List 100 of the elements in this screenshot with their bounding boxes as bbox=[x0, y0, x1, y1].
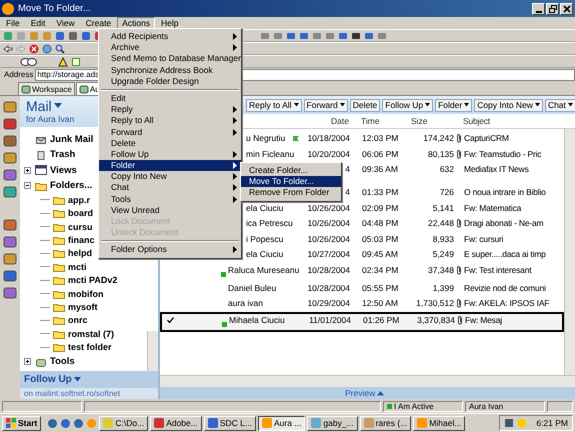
menu-item[interactable]: Tools bbox=[99, 194, 241, 205]
back-arrow-icon[interactable] bbox=[3, 44, 13, 54]
menu-item[interactable]: Move To Folder... bbox=[241, 176, 341, 188]
restore-button[interactable] bbox=[546, 2, 559, 14]
action-button[interactable]: Folder bbox=[435, 98, 472, 112]
network-icon[interactable] bbox=[504, 418, 514, 428]
menu-item[interactable]: Folder Options bbox=[99, 244, 241, 256]
taskbar-button[interactable]: Mihael... bbox=[413, 416, 466, 430]
expand-icon[interactable] bbox=[24, 358, 31, 366]
bookmark-icon[interactable] bbox=[3, 235, 17, 249]
menu-item[interactable]: Create bbox=[80, 17, 116, 29]
bookmark-icon[interactable] bbox=[3, 117, 17, 131]
taskbar-button[interactable]: SDC L... bbox=[204, 416, 256, 430]
menu-item[interactable]: Add Recipients bbox=[99, 31, 241, 42]
scrollbar[interactable] bbox=[564, 129, 575, 375]
scrollbar[interactable] bbox=[147, 331, 158, 371]
bookmark-icon[interactable] bbox=[3, 252, 17, 266]
taskbar-button[interactable]: Aura ... bbox=[258, 416, 306, 430]
action-button[interactable]: Reply to All bbox=[246, 98, 302, 112]
action-button[interactable]: Follow Up bbox=[382, 98, 434, 112]
bookmark-icon[interactable] bbox=[3, 151, 17, 165]
bookmark-icon[interactable] bbox=[3, 168, 17, 182]
mail-title[interactable]: Mail bbox=[26, 98, 62, 114]
menu-item[interactable]: Chat bbox=[99, 182, 241, 194]
taskbar-button[interactable]: C:\Do... bbox=[99, 416, 148, 430]
follow-up-menu[interactable]: Follow Up bbox=[20, 371, 85, 388]
bookmark-icon[interactable] bbox=[3, 134, 17, 148]
subfolder-name[interactable]: test folder bbox=[68, 342, 112, 352]
action-button[interactable]: Forward bbox=[304, 98, 348, 112]
subfolder-name[interactable]: romstal (7) bbox=[68, 328, 114, 339]
nav-item[interactable]: Folders... bbox=[50, 180, 92, 192]
menu-item[interactable]: Delete bbox=[99, 138, 241, 149]
presence-field[interactable]: I Am Active bbox=[383, 400, 463, 412]
subfolder-name[interactable]: mysoft bbox=[68, 302, 98, 312]
time-cell-text: 09:45 AM bbox=[362, 248, 399, 260]
scrollbar[interactable] bbox=[160, 375, 575, 387]
subfolder-name[interactable]: cursu bbox=[68, 222, 93, 232]
nav-item[interactable]: Trash bbox=[50, 149, 76, 160]
collapse-icon[interactable] bbox=[24, 182, 31, 190]
action-button[interactable]: Chat bbox=[544, 98, 575, 112]
menu-item[interactable]: Remove From Folder bbox=[241, 187, 341, 199]
note-icon[interactable] bbox=[71, 56, 81, 66]
bookmark-icon[interactable] bbox=[3, 286, 17, 300]
subfolder-name[interactable]: mcti bbox=[68, 262, 87, 272]
window-tab[interactable]: Workspace bbox=[18, 82, 75, 95]
action-button[interactable]: Copy Into New bbox=[474, 98, 543, 112]
menu-item[interactable]: Reply to All bbox=[99, 115, 241, 126]
subfolder-name[interactable]: mcti PADv2 bbox=[68, 275, 118, 286]
taskbar-button[interactable]: Adobe... bbox=[150, 416, 202, 430]
taskbar-button[interactable]: gaby_... bbox=[307, 416, 358, 430]
menu-item[interactable]: Edit bbox=[99, 92, 241, 104]
column-header[interactable]: Size bbox=[407, 116, 453, 126]
subfolder-name[interactable]: financ bbox=[68, 235, 95, 246]
subfolder-name[interactable]: onrc bbox=[68, 315, 88, 326]
quick-launch-icon[interactable] bbox=[47, 418, 58, 428]
quick-launch-icon[interactable] bbox=[60, 418, 72, 428]
start-button[interactable]: Start bbox=[2, 416, 42, 430]
minimize-button[interactable] bbox=[532, 2, 545, 14]
nav-item[interactable]: Junk Mail bbox=[50, 134, 94, 146]
bookmark-icon[interactable] bbox=[3, 269, 17, 283]
menu-item[interactable]: Forward bbox=[99, 126, 241, 138]
menu-item[interactable]: View bbox=[51, 17, 80, 29]
menu-item[interactable]: Copy Into New bbox=[99, 171, 241, 182]
nav-item[interactable]: Views bbox=[50, 164, 77, 176]
column-header[interactable]: Subject bbox=[463, 116, 575, 126]
chat-bubbles-icon[interactable] bbox=[20, 56, 38, 66]
expand-icon[interactable] bbox=[24, 166, 31, 174]
bookmark-icon[interactable] bbox=[3, 100, 17, 114]
menu-item[interactable]: Reply bbox=[99, 104, 241, 116]
menu-item[interactable]: Edit bbox=[26, 17, 50, 29]
subfolder-name[interactable]: app.r bbox=[68, 194, 90, 205]
app-icon bbox=[103, 418, 114, 428]
menu-item[interactable]: Send Memo to Database Manager bbox=[99, 53, 241, 65]
menu-item[interactable]: View Unread bbox=[99, 204, 241, 216]
menu-item[interactable]: Follow Up bbox=[99, 148, 241, 160]
quick-launch-icon[interactable] bbox=[73, 418, 84, 428]
menu-item[interactable]: Folder bbox=[99, 160, 241, 172]
action-button[interactable]: Delete bbox=[350, 98, 380, 112]
close-button[interactable] bbox=[560, 2, 573, 14]
taskbar-button[interactable]: rares (... bbox=[360, 416, 412, 430]
bookmark-icon[interactable] bbox=[3, 218, 17, 232]
alert-icon[interactable] bbox=[58, 56, 68, 66]
column-header[interactable]: Date bbox=[299, 116, 361, 126]
user-field[interactable]: Aura Ivan bbox=[465, 400, 545, 412]
app-icon bbox=[208, 418, 218, 428]
menu-item[interactable]: Archive bbox=[99, 42, 241, 54]
column-header[interactable]: Time bbox=[361, 116, 407, 126]
subfolder-name[interactable]: mobifon bbox=[68, 288, 104, 299]
search-icon[interactable] bbox=[55, 44, 65, 54]
subfolder-name[interactable]: board bbox=[68, 208, 94, 218]
stop-icon[interactable] bbox=[29, 44, 39, 54]
bookmark-icon[interactable] bbox=[3, 185, 17, 199]
menu-item[interactable]: File bbox=[1, 17, 25, 29]
menu-item[interactable]: Create Folder... bbox=[241, 165, 341, 176]
nav-item[interactable]: Tools bbox=[50, 356, 75, 368]
menu-item[interactable]: Help bbox=[156, 17, 184, 29]
app-icon bbox=[417, 418, 428, 428]
inbox-field[interactable] bbox=[547, 400, 573, 412]
preview-toggle[interactable]: Preview bbox=[345, 388, 384, 398]
subfolder-name[interactable]: helpd bbox=[68, 248, 92, 258]
